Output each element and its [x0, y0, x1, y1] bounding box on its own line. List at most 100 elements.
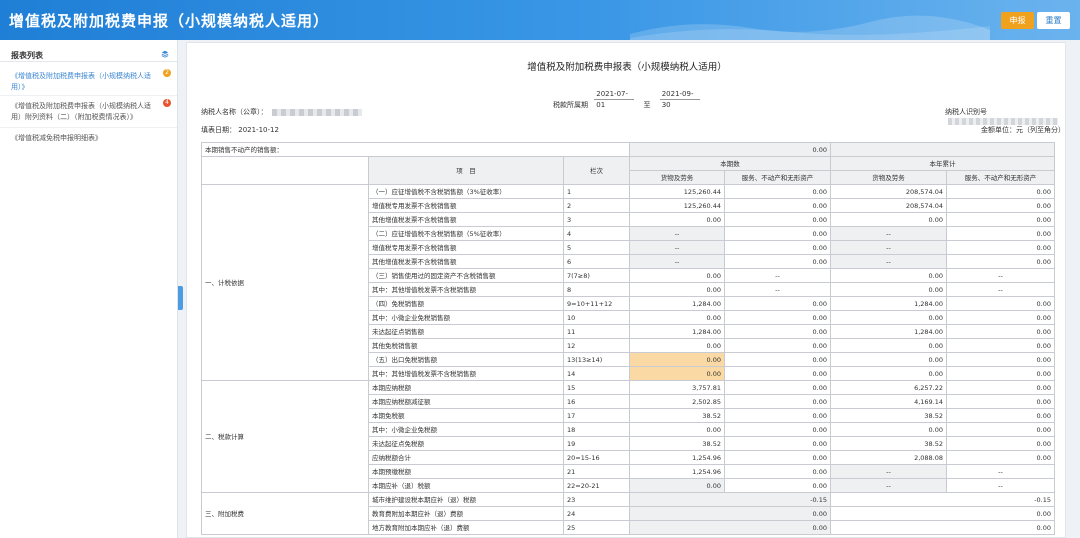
row-value-current-goods[interactable]: 38.52 — [629, 408, 726, 423]
row-value-ytd-services: 0.00 — [946, 450, 1056, 465]
row-value-current-goods[interactable]: 0.00 — [629, 352, 726, 367]
header-goods: 货物及劳务 — [629, 170, 726, 185]
row-value-current-services[interactable]: 0.00 — [724, 478, 832, 493]
row-value-ytd-services: 0.00 — [946, 338, 1056, 353]
row-value-ytd-services: -- — [946, 478, 1056, 493]
row-value-current-services[interactable]: 0.00 — [724, 324, 832, 339]
row-value-current-goods[interactable]: 0.00 — [629, 478, 726, 493]
row-value-current-goods[interactable]: -- — [629, 240, 726, 255]
row-value-current-services[interactable]: 0.00 — [724, 296, 832, 311]
sidebar-item-exemption-detail[interactable]: 《增值税减免税申报明细表》 — [11, 133, 161, 144]
filing-date: 填表日期： 2021-10-12 — [201, 125, 279, 135]
row-value-current-goods[interactable]: 2,502.85 — [629, 394, 726, 409]
row-value-ytd-goods: 0.00 — [830, 282, 948, 297]
row-value-ytd-goods: 1,284.00 — [830, 324, 948, 339]
row-col: 22=20-21 — [562, 478, 631, 493]
row-value-current-goods[interactable]: 0.00 — [629, 212, 726, 227]
row-value-current-services[interactable]: 0.00 — [724, 198, 832, 213]
row-value-ytd-goods: 38.52 — [830, 408, 948, 423]
row-value-current-services[interactable]: 0.00 — [724, 464, 832, 479]
row-value-current-goods[interactable]: 125,260.44 — [629, 184, 726, 199]
row-value-current-services[interactable]: 0.00 — [724, 240, 832, 255]
row-value-current-goods[interactable]: 1,284.00 — [629, 296, 726, 311]
reset-button[interactable]: 重置 — [1037, 12, 1070, 29]
row-value-ytd-services: 0.00 — [946, 254, 1056, 269]
row-col: 11 — [562, 324, 631, 339]
row-value-current-goods[interactable]: 0.00 — [629, 366, 726, 381]
row-item: （五）出口免税销售额 — [368, 352, 564, 367]
row-value-ytd-goods: 1,284.00 — [830, 296, 948, 311]
row-value-current-goods[interactable]: 0.00 — [629, 310, 726, 325]
row-item: 本期应纳税额 — [368, 380, 564, 395]
row-item: 本期免税额 — [368, 408, 564, 423]
sidebar-badge-main-return: 2 — [163, 69, 171, 77]
row-value-current-services[interactable]: 0.00 — [724, 450, 832, 465]
row-item: （三）销售使用过的固定资产不含税销售额 — [368, 268, 564, 283]
period-start-field[interactable]: 2021-07-01 — [594, 89, 635, 109]
sidebar-item-main-return[interactable]: 《增值税及附加税费申报表（小规模纳税人适用）》 — [11, 71, 161, 93]
row-value-current-goods[interactable]: 38.52 — [629, 436, 726, 451]
period-end-field[interactable]: 2021-09-30 — [659, 89, 700, 109]
row-value-current-services[interactable]: 0.00 — [724, 310, 832, 325]
row-col: 1 — [562, 184, 631, 199]
sidebar-collapse-handle[interactable] — [178, 286, 183, 310]
row-value-ytd-services: 0.00 — [946, 436, 1056, 451]
row-item: 其他免税销售额 — [368, 338, 564, 353]
row-value-current-goods[interactable]: 125,260.44 — [629, 198, 726, 213]
submit-button[interactable]: 申报 — [1001, 12, 1034, 29]
row-value-current-services[interactable]: 0.00 — [724, 422, 832, 437]
row-value-ytd-goods: -- — [830, 464, 948, 479]
row-value-ytd-goods: -- — [830, 240, 948, 255]
row-item: 应纳税额合计 — [368, 450, 564, 465]
row-value-current-goods[interactable]: 1,254.96 — [629, 450, 726, 465]
row-value-current-goods[interactable]: 0.00 — [629, 338, 726, 353]
row-value-current-goods[interactable]: 1,284.00 — [629, 324, 726, 339]
row-value-ytd-goods: 0.00 — [830, 338, 948, 353]
row-value-ytd-services: 0.00 — [946, 226, 1056, 241]
return-form: 增值税及附加税费申报表（小规模纳税人适用） 税款所属期 2021-07-01 至… — [186, 42, 1066, 538]
row-col: 13(13≥14) — [562, 352, 631, 367]
table-row: 一、计税依据 （一）应征增值税不含税销售额（3%征收率） 1 125,260.44 0.… — [201, 184, 1056, 381]
row-value-current-services[interactable]: 0.00 — [724, 436, 832, 451]
row-value-current-services[interactable]: 0.00 — [724, 226, 832, 241]
prefill-label: 本期销售不动产的销售额： — [200, 142, 630, 157]
row-value-ytd-goods: -- — [830, 254, 948, 269]
row-col: 9=10+11+12 — [562, 296, 631, 311]
row-value-current-goods[interactable]: 0.00 — [629, 268, 726, 283]
row-value-current-services[interactable]: 0.00 — [724, 394, 832, 409]
row-value-current-services[interactable]: 0.00 — [724, 212, 832, 227]
layers-icon[interactable] — [161, 50, 169, 58]
row-item: 本期预缴税额 — [368, 464, 564, 479]
row-value-current-goods[interactable]: -- — [629, 254, 726, 269]
row-col: 14 — [562, 366, 631, 381]
prefill-value[interactable]: 0.00 — [629, 142, 832, 157]
row-value-current-goods[interactable]: -- — [629, 226, 726, 241]
row-value-current-services[interactable]: 0.00 — [724, 380, 832, 395]
row-col: 2 — [562, 198, 631, 213]
row-value-current-services[interactable]: -- — [724, 268, 832, 283]
row-value-current-goods[interactable]: 0.00 — [629, 422, 726, 437]
sidebar-item-schedule-two[interactable]: 《增值税及附加税费申报表（小规模纳税人适用）附列资料（二）（附加税费情况表）》 — [11, 101, 161, 123]
row-value-current-goods[interactable]: 3,757.81 — [629, 380, 726, 395]
row-value-current-services[interactable]: 0.00 — [724, 352, 832, 367]
row-value-current-services[interactable]: -- — [724, 282, 832, 297]
row-value-current-goods[interactable]: 1,254.96 — [629, 464, 726, 479]
row-value-ytd-services: 0.00 — [946, 240, 1056, 255]
table-header-row: 项 目栏次 本期数 本年累计 — [201, 156, 1056, 185]
table-row: 三、附加税费 城市维护建设税本期应补（退）税额 23 -0.15 -0.15 — [201, 492, 1056, 535]
row-value-current-services[interactable]: 0.00 — [724, 366, 832, 381]
row-value-current[interactable]: 0.00 — [629, 506, 832, 521]
row-value-current-services[interactable]: 0.00 — [724, 338, 832, 353]
row-value-current-services[interactable]: 0.00 — [724, 184, 832, 199]
filing-date-value: 2021-10-12 — [238, 126, 279, 134]
row-value-current-goods[interactable]: 0.00 — [629, 282, 726, 297]
row-item: 其中：其他增值税发票不含税销售额 — [368, 282, 564, 297]
row-value-ytd: 0.00 — [830, 520, 1056, 535]
row-value-current-services[interactable]: 0.00 — [724, 408, 832, 423]
row-value-ytd-services: -- — [946, 464, 1056, 479]
row-value-current[interactable]: -0.15 — [629, 492, 832, 507]
row-value-current[interactable]: 0.00 — [629, 520, 832, 535]
row-value-ytd-services: 0.00 — [946, 408, 1056, 423]
row-value-ytd-services: 0.00 — [946, 394, 1056, 409]
row-value-current-services[interactable]: 0.00 — [724, 254, 832, 269]
